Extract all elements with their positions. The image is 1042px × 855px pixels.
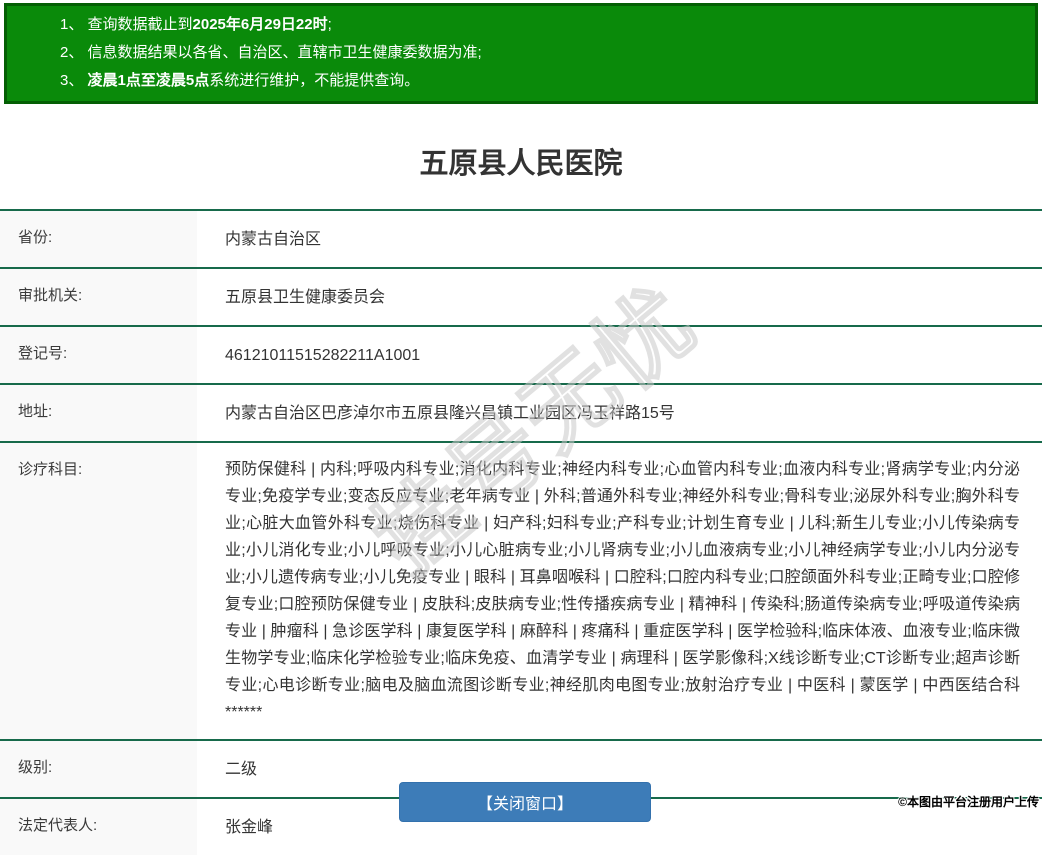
row-label: 诊疗科目:: [0, 443, 197, 739]
image-source-note: ©本图由平台注册用户上传: [898, 795, 1039, 809]
notice-text: 1、 查询数据截止到: [60, 16, 193, 33]
notice-text: 系统进行维护，不能提供查询。: [209, 72, 420, 89]
info-table: 省份: 内蒙古自治区 审批机关: 五原县卫生健康委员会 登记号: 4612101…: [0, 209, 1042, 855]
table-row-approval-authority: 审批机关: 五原县卫生健康委员会: [0, 267, 1042, 325]
row-value: 内蒙古自治区: [225, 231, 322, 248]
notice-line-2: 2、 信息数据结果以各省、自治区、直辖市卫生健康委数据为准;: [60, 39, 1015, 67]
table-row-registration-number: 登记号: 46121011515282211A1001: [0, 325, 1042, 383]
notice-text: ;: [327, 16, 332, 33]
close-window-button[interactable]: 【关闭窗口】: [399, 782, 651, 822]
row-value: 内蒙古自治区巴彦淖尔市五原县隆兴昌镇工业园区冯玉祥路15号: [225, 405, 675, 422]
notice-bold-text: 2025年6月29日22时: [192, 16, 328, 33]
table-row-medical-departments: 诊疗科目: 预防保健科 | 内科;呼吸内科专业;消化内科专业;神经内科专业;心血…: [0, 441, 1042, 739]
row-value: 预防保健科 | 内科;呼吸内科专业;消化内科专业;神经内科专业;心血管内科专业;…: [225, 461, 1020, 721]
notice-bold-text: 凌晨1点至凌晨5点: [87, 72, 210, 89]
notice-line-3: 3、 凌晨1点至凌晨5点系统进行维护，不能提供查询。: [60, 67, 1015, 95]
hospital-detail-page: 1、 查询数据截止到2025年6月29日22时; 2、 信息数据结果以各省、自治…: [0, 3, 1042, 855]
notice-line-1: 1、 查询数据截止到2025年6月29日22时;: [60, 11, 1015, 39]
notice-text: 2、 信息数据结果以各省、自治区、直辖市卫生健康委数据为准;: [60, 44, 482, 61]
row-label: 省份:: [0, 211, 197, 267]
row-label: 地址:: [0, 385, 197, 441]
table-row-address: 地址: 内蒙古自治区巴彦淖尔市五原县隆兴昌镇工业园区冯玉祥路15号: [0, 383, 1042, 441]
row-label: 登记号:: [0, 327, 197, 383]
notice-banner: 1、 查询数据截止到2025年6月29日22时; 2、 信息数据结果以各省、自治…: [4, 3, 1038, 104]
row-label: 审批机关:: [0, 269, 197, 325]
table-row-province: 省份: 内蒙古自治区: [0, 209, 1042, 267]
row-value: 46121011515282211A1001: [225, 347, 421, 364]
notice-text: 3、: [60, 72, 88, 89]
row-value: 五原县卫生健康委员会: [225, 289, 386, 306]
page-title: 五原县人民医院: [419, 148, 623, 180]
row-label: 级别:: [0, 741, 197, 797]
row-label: 法定代表人:: [0, 799, 197, 855]
